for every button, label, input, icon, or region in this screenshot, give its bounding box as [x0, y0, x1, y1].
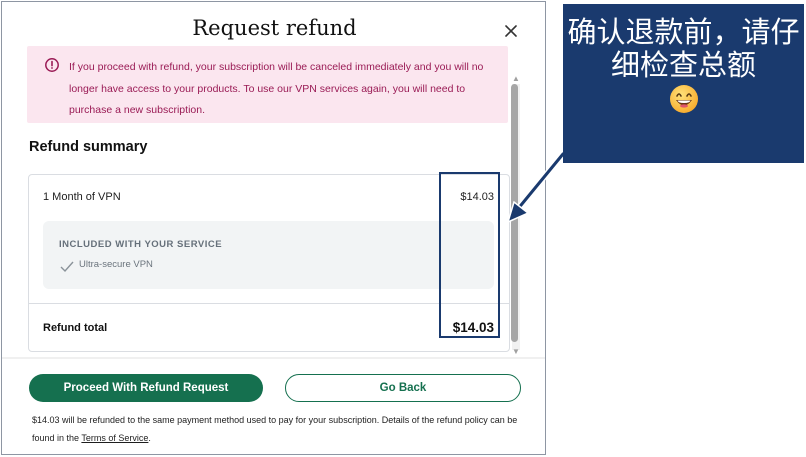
- feature-item: Ultra-secure VPN: [79, 259, 153, 270]
- checkmark-icon: [60, 261, 74, 273]
- proceed-refund-button[interactable]: Proceed With Refund Request: [29, 374, 263, 402]
- go-back-button[interactable]: Go Back: [285, 374, 521, 402]
- terms-of-service-link[interactable]: Terms of Service: [81, 433, 148, 443]
- alert-circle-icon: [45, 58, 59, 72]
- refund-total-label: Refund total: [43, 322, 108, 334]
- refund-note: $14.03 will be refunded to the same paym…: [32, 411, 524, 447]
- item-name: 1 Month of VPN: [43, 191, 121, 203]
- divider: [29, 303, 509, 304]
- note-end: .: [148, 433, 151, 443]
- annotation-callout: 确认退款前，请仔细检查总额: [563, 4, 804, 163]
- scroll-down-icon[interactable]: ▼: [512, 347, 520, 356]
- arrow-icon: [506, 151, 566, 224]
- refund-summary-heading: Refund summary: [29, 139, 148, 155]
- grinning-face-icon: [670, 85, 698, 113]
- warning-alert: If you proceed with refund, your subscri…: [27, 46, 508, 123]
- alert-text: If you proceed with refund, your subscri…: [69, 61, 484, 116]
- annotation-text: 确认退款前，请仔细检查总额: [567, 15, 800, 82]
- footer-divider: [2, 357, 545, 359]
- scroll-up-icon[interactable]: ▲: [512, 74, 520, 83]
- price-highlight-box: [439, 172, 500, 338]
- included-title: INCLUDED WITH YOUR SERVICE: [59, 239, 223, 250]
- refund-summary-card: 1 Month of VPN $14.03 INCLUDED WITH YOUR…: [28, 174, 510, 352]
- close-icon[interactable]: [502, 22, 520, 40]
- included-services-box: INCLUDED WITH YOUR SERVICE Ultra-secure …: [43, 221, 494, 289]
- modal-title: Request refund: [192, 16, 357, 40]
